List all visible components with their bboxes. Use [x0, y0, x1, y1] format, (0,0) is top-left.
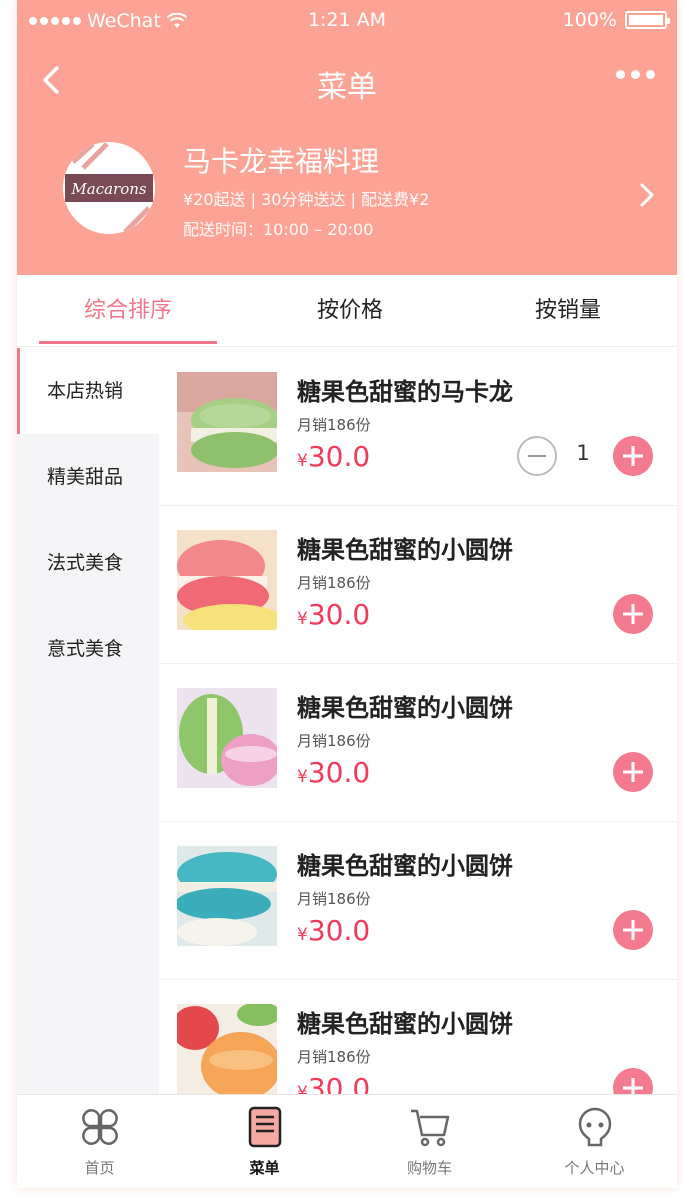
nav-label-cart: 购物车 — [406, 1159, 452, 1177]
nav-menu[interactable]: 菜单 — [182, 1095, 347, 1188]
logo-text: Macarons — [70, 180, 147, 198]
nav-label-profile: 个人中心 — [564, 1159, 625, 1177]
battery-icon — [625, 11, 670, 29]
nav-home[interactable]: 首页 — [17, 1095, 182, 1188]
product-image — [177, 1004, 277, 1096]
product-sales: 月销186份 — [297, 732, 371, 750]
phone-screen: WeChat 1:21 AM 100% 菜单 Macarons 马卡龙幸福料理 … — [17, 0, 677, 1188]
header: WeChat 1:21 AM 100% 菜单 Macarons 马卡龙幸福料理 … — [17, 0, 677, 275]
chevron-right-icon[interactable] — [639, 182, 655, 208]
product-image — [177, 846, 277, 946]
product-item[interactable]: 糖果色甜蜜的小圆饼 月销186份 ¥30.0 — [159, 506, 677, 664]
shop-logo: Macarons — [63, 142, 155, 234]
decrease-quantity-button[interactable] — [517, 436, 557, 476]
nav-profile[interactable]: 个人中心 — [512, 1095, 677, 1188]
product-sales: 月销186份 — [297, 1048, 371, 1066]
product-price: ¥30.0 — [297, 1072, 371, 1096]
add-to-cart-button[interactable] — [613, 594, 653, 634]
product-name: 糖果色甜蜜的小圆饼 — [297, 694, 513, 722]
page-title: 菜单 — [317, 70, 377, 105]
product-name: 糖果色甜蜜的马卡龙 — [297, 378, 513, 406]
nav-label-menu: 菜单 — [249, 1159, 280, 1177]
add-to-cart-button[interactable] — [613, 436, 653, 476]
shop-name: 马卡龙幸福料理 — [183, 145, 380, 178]
clover-icon — [81, 1109, 118, 1145]
profile-icon — [578, 1107, 611, 1147]
add-to-cart-button[interactable] — [613, 1068, 653, 1096]
tab-sort-overall[interactable]: 综合排序 — [39, 275, 217, 347]
product-price: ¥30.0 — [297, 440, 371, 473]
product-sales: 月销186份 — [297, 416, 371, 434]
product-list[interactable]: 糖果色甜蜜的马卡龙 月销186份 ¥30.0 1 糖果色甜蜜的小圆饼 月销186… — [159, 348, 677, 1096]
product-image — [177, 688, 277, 788]
cart-icon — [410, 1109, 449, 1147]
product-price: ¥30.0 — [297, 598, 371, 631]
product-sales: 月销186份 — [297, 574, 371, 592]
status-bar: WeChat 1:21 AM 100% — [17, 0, 677, 40]
tab-sort-price[interactable]: 按价格 — [261, 275, 439, 347]
more-icon[interactable] — [616, 70, 655, 79]
sidebar-item-hot[interactable]: 本店热销 — [17, 348, 159, 434]
product-image — [177, 372, 277, 472]
sidebar-item-french[interactable]: 法式美食 — [17, 520, 159, 606]
product-item[interactable]: 糖果色甜蜜的小圆饼 月销186份 ¥30.0 — [159, 664, 677, 822]
sidebar-item-italian[interactable]: 意式美食 — [17, 606, 159, 692]
shop-info[interactable]: Macarons 马卡龙幸福料理 ¥20起送 | 30分钟送达 | 配送费¥2 … — [17, 140, 677, 240]
category-sidebar: 本店热销 精美甜品 法式美食 意式美食 — [17, 348, 159, 1096]
product-name: 糖果色甜蜜的小圆饼 — [297, 536, 513, 564]
battery-percent: 100% — [562, 9, 617, 31]
tab-sort-sales[interactable]: 按销量 — [479, 275, 657, 347]
sort-tabs: 综合排序 按价格 按销量 — [17, 275, 677, 347]
status-right: 100% — [562, 9, 670, 31]
bottom-nav: 首页 菜单 购物车 个人中心 — [17, 1094, 677, 1188]
shop-meta: ¥20起送 | 30分钟送达 | 配送费¥2 — [183, 190, 430, 209]
product-price: ¥30.0 — [297, 914, 371, 947]
nav-cart[interactable]: 购物车 — [347, 1095, 512, 1188]
product-name: 糖果色甜蜜的小圆饼 — [297, 1010, 513, 1038]
product-item[interactable]: 糖果色甜蜜的马卡龙 月销186份 ¥30.0 1 — [159, 348, 677, 506]
quantity-value: 1 — [576, 441, 590, 465]
add-to-cart-button[interactable] — [613, 910, 653, 950]
menu-doc-icon — [248, 1106, 281, 1148]
sidebar-item-desserts[interactable]: 精美甜品 — [17, 434, 159, 520]
nav-bar: 菜单 — [17, 52, 677, 108]
delivery-time: 配送时间：10:00 – 20:00 — [183, 220, 374, 239]
product-item[interactable]: 糖果色甜蜜的小圆饼 月销186份 ¥30.0 — [159, 980, 677, 1096]
product-sales: 月销186份 — [297, 890, 371, 908]
product-image — [177, 530, 277, 630]
add-to-cart-button[interactable] — [613, 752, 653, 792]
nav-label-home: 首页 — [84, 1159, 115, 1177]
product-name: 糖果色甜蜜的小圆饼 — [297, 852, 513, 880]
product-price: ¥30.0 — [297, 756, 371, 789]
tab-underline — [39, 341, 217, 344]
product-item[interactable]: 糖果色甜蜜的小圆饼 月销186份 ¥30.0 — [159, 822, 677, 980]
